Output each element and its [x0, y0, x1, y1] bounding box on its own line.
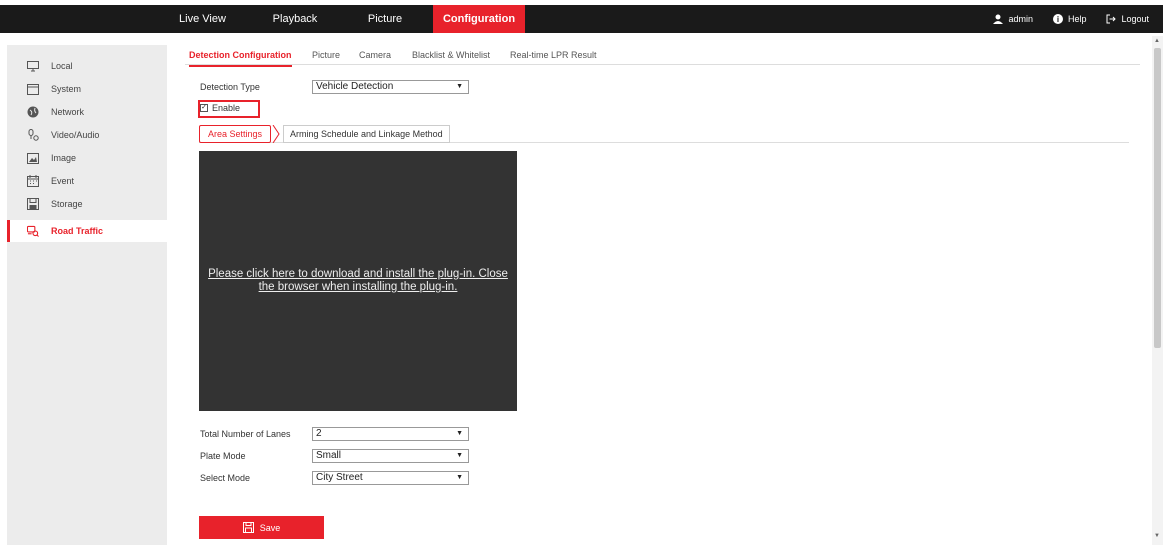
dropdown-arrow-icon: ▼: [456, 452, 463, 459]
road-traffic-icon: [27, 225, 39, 237]
scrollbar-thumb[interactable]: [1154, 48, 1161, 348]
sidebar-item-label: Event: [51, 176, 75, 186]
sidebar-item-storage[interactable]: Storage: [7, 193, 167, 215]
help-link[interactable]: i Help: [1052, 14, 1087, 24]
nav-configuration[interactable]: Configuration: [433, 5, 525, 33]
user-menu[interactable]: admin: [993, 14, 1033, 24]
select-mode-value: City Street: [316, 472, 363, 483]
video-audio-icon: [27, 129, 39, 141]
username: admin: [1008, 14, 1033, 24]
sidebar-item-label: Image: [51, 153, 77, 163]
help-label: Help: [1067, 14, 1087, 24]
sidebar-item-video-audio[interactable]: Video/Audio: [7, 124, 167, 146]
globe-icon: [27, 106, 39, 118]
enable-checkbox[interactable]: ✓: [200, 104, 208, 112]
logout-icon: [1106, 14, 1117, 24]
dropdown-arrow-icon: ▼: [456, 83, 463, 90]
select-mode-select[interactable]: City Street ▼: [312, 471, 469, 485]
user-area: admin i Help Logout: [993, 5, 1149, 33]
tab-arming-schedule[interactable]: Arming Schedule and Linkage Method: [283, 125, 450, 143]
detection-type-value: Vehicle Detection: [316, 81, 394, 92]
logout-link[interactable]: Logout: [1106, 14, 1149, 24]
sidebar: Local System Network Video/Audio Image E…: [7, 45, 167, 545]
select-mode-label: Select Mode: [200, 473, 251, 483]
sidebar-item-local[interactable]: Local: [7, 55, 167, 77]
main-content: Detection Configuration Picture Camera B…: [185, 45, 1140, 545]
plate-mode-select[interactable]: Small ▼: [312, 449, 469, 463]
tab-blacklist-whitelist[interactable]: Blacklist & Whitelist: [412, 50, 490, 60]
sidebar-item-label: Network: [51, 107, 85, 117]
lanes-select[interactable]: 2 ▼: [312, 427, 469, 441]
help-icon: i: [1052, 14, 1063, 24]
nav-playback[interactable]: Playback: [260, 5, 330, 33]
lanes-value: 2: [316, 428, 322, 439]
sub-tabs: Area Settings Arming Schedule and Linkag…: [199, 125, 1129, 143]
enable-label: Enable: [212, 103, 241, 113]
nav-live-view[interactable]: Live View: [165, 5, 240, 33]
plugin-video-area: Please click here to download and instal…: [199, 151, 517, 411]
enable-checkbox-row[interactable]: ✓ Enable: [200, 103, 240, 113]
image-icon: [27, 152, 39, 164]
sidebar-item-label: Storage: [51, 199, 83, 209]
sidebar-item-image[interactable]: Image: [7, 147, 167, 169]
save-icon: [242, 522, 254, 533]
tab-picture[interactable]: Picture: [312, 50, 340, 60]
sidebar-item-label: Video/Audio: [51, 130, 100, 140]
sidebar-item-system[interactable]: System: [7, 78, 167, 100]
lanes-label: Total Number of Lanes: [200, 429, 291, 439]
detection-type-label: Detection Type: [200, 82, 260, 92]
detection-type-select[interactable]: Vehicle Detection ▼: [312, 80, 469, 94]
nav-picture[interactable]: Picture: [350, 5, 420, 33]
dropdown-arrow-icon: ▼: [456, 430, 463, 437]
dropdown-arrow-icon: ▼: [456, 474, 463, 481]
vertical-scrollbar[interactable]: ▲ ▼: [1152, 36, 1163, 545]
config-tabs: Detection Configuration Picture Camera B…: [185, 45, 1140, 67]
plate-mode-label: Plate Mode: [200, 451, 246, 461]
storage-icon: [27, 198, 39, 210]
system-icon: [27, 83, 39, 95]
scroll-up-icon[interactable]: ▲: [1154, 38, 1160, 44]
scroll-down-icon[interactable]: ▼: [1154, 533, 1160, 539]
save-label: Save: [259, 522, 281, 533]
tab-area-settings[interactable]: Area Settings: [199, 125, 272, 143]
sidebar-item-label: System: [51, 84, 82, 94]
tab-camera[interactable]: Camera: [359, 50, 391, 60]
sidebar-item-road-traffic[interactable]: Road Traffic: [7, 220, 167, 242]
plugin-download-link[interactable]: Please click here to download and instal…: [200, 268, 516, 294]
top-nav-bar: Live View Playback Picture Configuration…: [0, 5, 1163, 33]
tab-realtime-lpr-result[interactable]: Real-time LPR Result: [510, 50, 597, 60]
sidebar-item-label: Local: [51, 61, 73, 71]
sidebar-item-network[interactable]: Network: [7, 101, 167, 123]
save-button[interactable]: Save: [199, 516, 324, 539]
sidebar-item-event[interactable]: Event: [7, 170, 167, 192]
user-icon: [993, 14, 1004, 24]
plate-mode-value: Small: [316, 450, 342, 461]
subtab-arrow-icon: [272, 125, 280, 143]
logout-label: Logout: [1121, 14, 1149, 24]
monitor-icon: [27, 60, 39, 72]
tab-detection-configuration[interactable]: Detection Configuration: [189, 50, 292, 67]
svg-text:i: i: [1057, 15, 1059, 24]
sidebar-item-label: Road Traffic: [51, 226, 104, 236]
calendar-icon: [27, 175, 39, 187]
